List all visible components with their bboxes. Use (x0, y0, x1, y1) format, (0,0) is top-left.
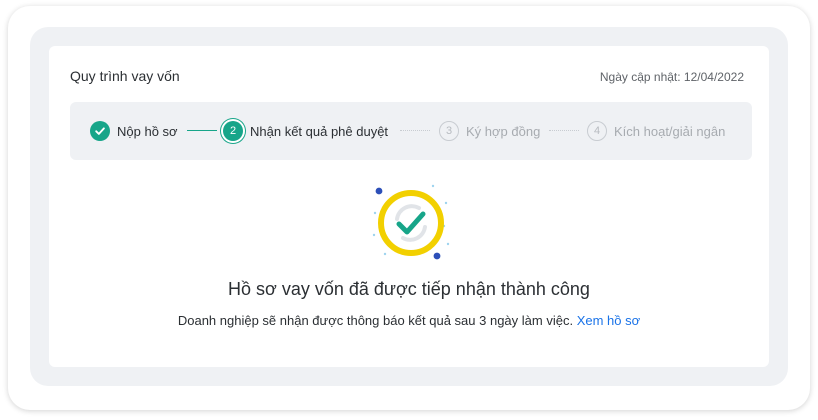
step-label: Ký hợp đồng (466, 123, 541, 139)
step-label: Nhận kết quả phê duyệt (250, 123, 389, 139)
step-connector (187, 130, 217, 131)
step-submit-application: Nộp hồ sơ (90, 102, 178, 160)
notice-text: Doanh nghiệp sẽ nhận được thông báo kết … (177, 313, 574, 328)
success-check-icon (371, 183, 451, 263)
step-number: 4 (587, 121, 607, 141)
step-connector (549, 130, 579, 131)
step-label: Nộp hồ sơ (117, 123, 178, 139)
success-message: Doanh nghiệp sẽ nhận được thông báo kết … (49, 313, 769, 328)
step-number: 2 (223, 121, 243, 141)
view-application-link[interactable]: Xem hồ sơ (577, 313, 640, 328)
loan-process-card: Quy trình vay vốn Ngày cập nhật: 12/04/2… (49, 46, 769, 367)
updated-date: Ngày cập nhật: 12/04/2022 (599, 70, 744, 84)
step-approval-result: 2 Nhận kết quả phê duyệt (223, 102, 388, 160)
step-connector (400, 130, 430, 131)
page-title: Quy trình vay vốn (70, 68, 180, 84)
step-disbursement: 4 Kích hoạt/giải ngân (587, 102, 725, 160)
step-number: 3 (439, 121, 459, 141)
step-sign-contract: 3 Ký hợp đồng (439, 102, 540, 160)
step-label: Kích hoạt/giải ngân (614, 123, 726, 139)
check-circle-icon (90, 121, 110, 141)
process-stepper: Nộp hồ sơ 2 Nhận kết quả phê duyệt 3 Ký … (70, 102, 752, 160)
success-headline: Hồ sơ vay vốn đã được tiếp nhận thành cô… (228, 279, 590, 299)
